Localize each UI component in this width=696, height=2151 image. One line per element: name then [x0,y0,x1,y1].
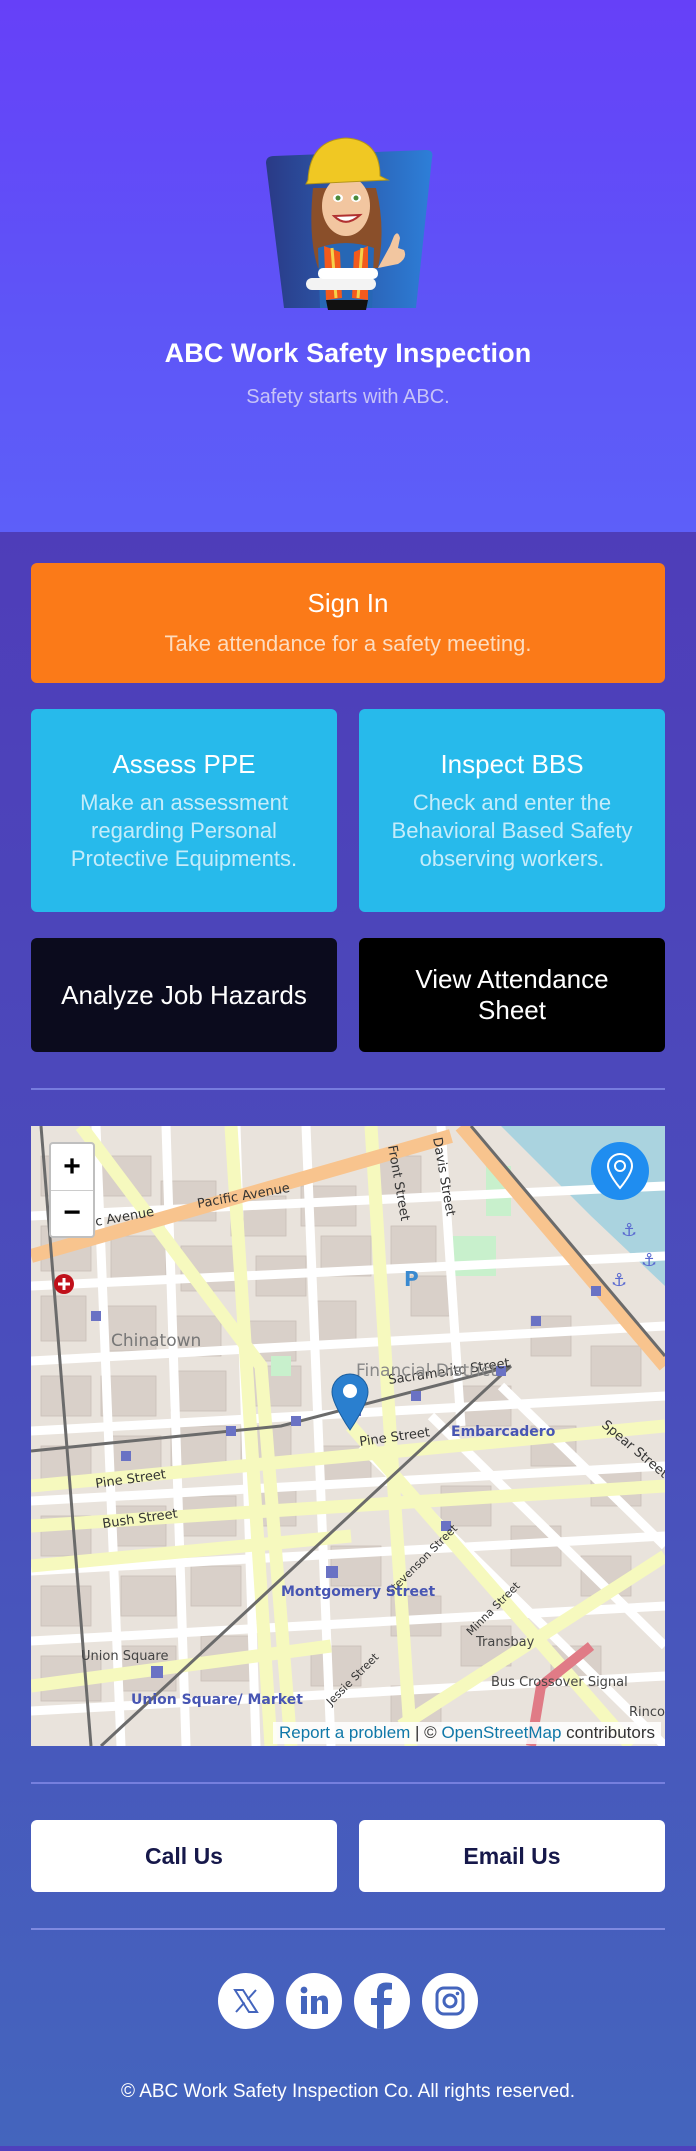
call-us-button[interactable]: Call Us [31,1820,337,1892]
map-attribution: Report a problem | © OpenStreetMap contr… [272,1722,661,1744]
locate-button[interactable] [591,1142,649,1200]
map-label: Bus Crossover Signal [491,1675,628,1690]
inspect-bbs-title: Inspect BBS [440,748,584,779]
svg-text:⚓: ⚓ [621,1220,637,1241]
location-pin-icon [606,1153,634,1190]
app-title: ABC Work Safety Inspection [164,338,532,368]
svg-text:⚓: ⚓ [611,1270,627,1291]
zoom-out-button[interactable]: − [51,1191,93,1237]
attribution-separator: | © [410,1723,442,1742]
location-map[interactable]: Pacific Avenue c Avenue Front Street Dav… [31,1126,665,1746]
inspect-bbs-description: Check and enter the Behavioral Based Saf… [391,789,633,871]
parking-icon: P [404,1267,419,1291]
assessment-row: Assess PPE Make an assessment regarding … [31,709,665,912]
map-marker-icon[interactable] [330,1372,370,1432]
view-attendance-sheet-button[interactable]: View Attendance Sheet [359,938,665,1052]
assess-ppe-title: Assess PPE [112,748,256,779]
map-label: Embarcadero [451,1424,556,1440]
map-label: Transbay [475,1635,535,1650]
construction-worker-mascot-icon [266,137,433,310]
facebook-icon[interactable] [354,1973,410,2029]
main-section: Sign In Take attendance for a safety mee… [0,532,696,2146]
map-label: Union Square [81,1649,168,1664]
attribution-contributors: contributors [561,1723,655,1742]
copyright-text: © ABC Work Safety Inspection Co. All rig… [120,2081,575,2102]
social-links [31,1973,665,2029]
app-tagline: Safety starts with ABC. [246,386,450,408]
sign-in-button[interactable]: Sign In Take attendance for a safety mee… [31,563,665,683]
section-divider [31,1782,665,1784]
inspect-bbs-button[interactable]: Inspect BBS Check and enter the Behavior… [359,709,665,912]
email-us-button[interactable]: Email Us [359,1820,665,1892]
svg-text:⚓: ⚓ [641,1250,657,1271]
zoom-in-button[interactable]: + [51,1144,93,1191]
map-label: Financial District [356,1361,497,1381]
map-label: Montgomery Street [281,1584,436,1600]
openstreetmap-link[interactable]: OpenStreetMap [441,1723,561,1742]
mascot-logo [258,118,438,318]
map-label: Chinatown [111,1331,201,1351]
section-divider [31,1088,665,1090]
report-problem-link[interactable]: Report a problem [279,1723,410,1742]
hero-section: ABC Work Safety Inspection Safety starts… [0,0,696,532]
map-tiles[interactable]: Pacific Avenue c Avenue Front Street Dav… [31,1126,665,1746]
instagram-icon[interactable] [422,1973,478,2029]
section-divider [31,1928,665,1930]
assess-ppe-button[interactable]: Assess PPE Make an assessment regarding … [31,709,337,912]
sign-in-title: Sign In [307,588,389,618]
x-icon[interactable] [218,1973,274,2029]
linkedin-icon[interactable] [286,1973,342,2029]
analyze-job-hazards-button[interactable]: Analyze Job Hazards [31,938,337,1052]
assess-ppe-description: Make an assessment regarding Personal Pr… [70,789,298,871]
map-zoom-control: + − [49,1142,95,1238]
map-label: Rinco [629,1705,665,1720]
map-label: Union Square/ Market [131,1692,303,1708]
footer: © ABC Work Safety Inspection Co. All rig… [31,2029,665,2146]
secondary-actions-row: Analyze Job Hazards View Attendance Shee… [31,938,665,1052]
contact-row: Call Us Email Us [31,1820,665,1892]
sign-in-description: Take attendance for a safety meeting. [164,631,532,656]
